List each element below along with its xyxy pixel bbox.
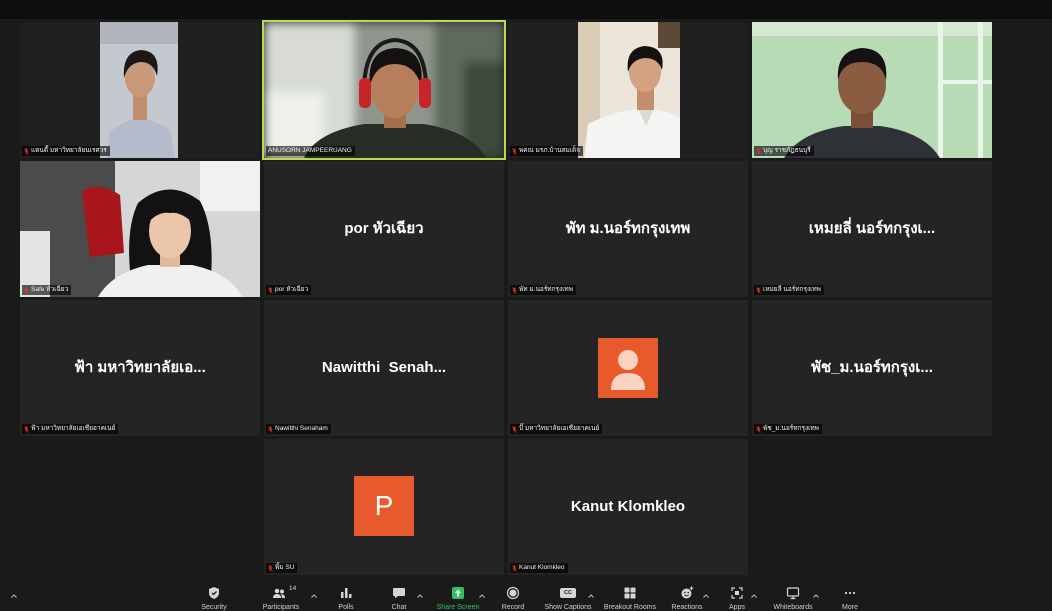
participant-display-name: เหมยลี่ นอร์ทกรุงเ... (808, 220, 936, 237)
participant-initial-avatar: P (354, 476, 414, 536)
participant-name: ฟ้า มหาวิทยาลัยเอเชียอาคเนย์ (31, 425, 116, 432)
participants-icon (273, 588, 285, 598)
breakout-rooms-icon (624, 587, 636, 599)
muted-mic-icon (756, 286, 761, 294)
participant-name: เหมยลี่ นอร์ทกรุงเทพ (763, 286, 821, 293)
participant-name: Safe หัวเฉียว (31, 286, 69, 293)
participant-tile[interactable]: Nawitthi Senah... Nawitthi Senaham (264, 300, 504, 436)
more-label: More (842, 604, 858, 611)
participant-name-tag: บุญ ราชภัฏธนบุรี (754, 146, 814, 156)
participant-name-tag: แดนดี้ มหาวิทยาลัยนเรศวร (22, 146, 110, 156)
apps-icon (731, 587, 743, 599)
participant-tile[interactable]: พัท ม.นอร์ทกรุงเทพ พัท ม.นอร์ทกรุงเทพ (508, 161, 748, 297)
participant-tile[interactable]: แดนดี้ มหาวิทยาลัยนเรศวร (20, 22, 260, 158)
show-captions-label: Show Captions (544, 604, 592, 611)
participant-tile[interactable]: P พิ้ม SU (264, 439, 504, 575)
muted-mic-icon (268, 286, 273, 294)
more-button[interactable]: More (815, 582, 885, 611)
participant-name: Nawitthi Senaham (275, 425, 328, 432)
security-button[interactable]: Security (179, 582, 249, 611)
participant-tile[interactable]: พคณ มรภ.บ้านสมเด็จ (508, 22, 748, 158)
participant-name: ANUSORN JAMPEERUANG (268, 147, 352, 154)
muted-mic-icon (268, 425, 273, 433)
participant-tile[interactable]: Safe หัวเฉียว (20, 161, 260, 297)
captions-icon: CC (560, 588, 576, 598)
participant-name-tag: พิ้ม SU (266, 563, 298, 573)
participants-label: Participants (262, 604, 300, 611)
participant-video (20, 22, 260, 158)
reactions-icon (681, 586, 694, 599)
muted-mic-icon (24, 286, 29, 294)
participant-name-tag: Nawitthi Senaham (266, 424, 331, 434)
muted-mic-icon (512, 425, 517, 433)
participant-name-tag: พัท ม.นอร์ทกรุงเทพ (510, 285, 576, 295)
participant-name: พคณ มรภ.บ้านสมเด็จ (519, 147, 581, 154)
participant-display-name: por หัวเฉียว (344, 220, 424, 237)
participant-name-tag: ANUSORN JAMPEERUANG (266, 146, 355, 156)
chat-icon (393, 588, 405, 599)
participant-video (752, 22, 992, 158)
muted-mic-icon (512, 564, 517, 572)
participant-name-tag: พัช_ม.นอร์ทกรุงเทพ (754, 424, 822, 434)
meeting-toolbar: Security 14 Participants Polls Chat Shar… (0, 582, 1052, 611)
participant-display-name: ฟ้า มหาวิทยาลัยเอ... (74, 359, 206, 376)
participant-video (264, 22, 504, 158)
participant-display-name: พัท ม.นอร์ทกรุงเทพ (565, 220, 691, 237)
whiteboards-icon (786, 587, 800, 600)
participant-name: Kanut Klomkleo (519, 564, 565, 571)
muted-mic-icon (756, 147, 761, 155)
muted-mic-icon (24, 425, 29, 433)
share-screen-icon (452, 587, 464, 599)
record-icon (506, 586, 520, 600)
participant-tile-active-speaker[interactable]: ANUSORN JAMPEERUANG (262, 20, 506, 160)
muted-mic-icon (24, 147, 29, 155)
chevron-up-icon[interactable] (751, 594, 757, 598)
participant-name: แดนดี้ มหาวิทยาลัยนเรศวร (31, 147, 107, 154)
participant-name-tag: ปั๊ มหาวิทยาลัยเอเชียอาคเนย์ (510, 424, 603, 434)
participant-video (20, 161, 260, 297)
participant-name-tag: Safe หัวเฉียว (22, 285, 72, 295)
muted-mic-icon (268, 564, 273, 572)
chevron-up-icon[interactable] (588, 594, 594, 598)
participant-tile[interactable]: ปั๊ มหาวิทยาลัยเอเชียอาคเนย์ (508, 300, 748, 436)
participants-count: 14 (289, 585, 297, 592)
participant-name: บุญ ราชภัฏธนบุรี (763, 147, 811, 154)
participant-name: por หัวเฉียว (275, 286, 309, 293)
participant-name: พัช_ม.นอร์ทกรุงเทพ (763, 425, 819, 432)
participant-display-name: Nawitthi Senah... (321, 359, 447, 376)
participant-name-tag: เหมยลี่ นอร์ทกรุงเทพ (754, 285, 824, 295)
participant-name: พัท ม.นอร์ทกรุงเทพ (519, 286, 573, 293)
participant-name-tag: por หัวเฉียว (266, 285, 312, 295)
participants-button[interactable]: 14 Participants (246, 582, 316, 611)
participant-tile[interactable]: บุญ ราชภัฏธนบุรี (752, 22, 992, 158)
participant-tile[interactable]: ฟ้า มหาวิทยาลัยเอ... ฟ้า มหาวิทยาลัยเอเช… (20, 300, 260, 436)
participant-name-tag: ฟ้า มหาวิทยาลัยเอเชียอาคเนย์ (22, 424, 119, 434)
polls-icon (341, 588, 352, 598)
muted-mic-icon (512, 147, 517, 155)
muted-mic-icon (756, 425, 761, 433)
participant-name: พิ้ม SU (275, 564, 295, 571)
person-icon (598, 338, 658, 398)
participant-video (508, 22, 748, 158)
video-frame: ANUSORN JAMPEERUANG (264, 22, 504, 158)
participant-display-name: พัช_ม.นอร์ทกรุงเ... (811, 359, 933, 376)
participant-tile[interactable]: Kanut Klomkleo Kanut Klomkleo (508, 439, 748, 575)
more-icon (844, 591, 856, 595)
participant-display-name: Kanut Klomkleo (570, 498, 686, 515)
shield-icon (209, 587, 219, 599)
muted-mic-icon (512, 286, 517, 294)
participant-name: ปั๊ มหาวิทยาลัยเอเชียอาคเนย์ (519, 425, 600, 432)
chevron-up-icon[interactable] (11, 594, 17, 598)
participant-tile[interactable]: พัช_ม.นอร์ทกรุงเ... พัช_ม.นอร์ทกรุงเทพ (752, 300, 992, 436)
participant-tile[interactable]: por หัวเฉียว por หัวเฉียว (264, 161, 504, 297)
security-label: Security (201, 604, 227, 611)
participant-tile[interactable]: เหมยลี่ นอร์ทกรุงเ... เหมยลี่ นอร์ทกรุงเ… (752, 161, 992, 297)
gallery-view: แดนดี้ มหาวิทยาลัยนเรศวร ANUSORN JAMPEER… (0, 0, 1052, 580)
participant-name-tag: พคณ มรภ.บ้านสมเด็จ (510, 146, 584, 156)
participant-name-tag: Kanut Klomkleo (510, 563, 568, 573)
